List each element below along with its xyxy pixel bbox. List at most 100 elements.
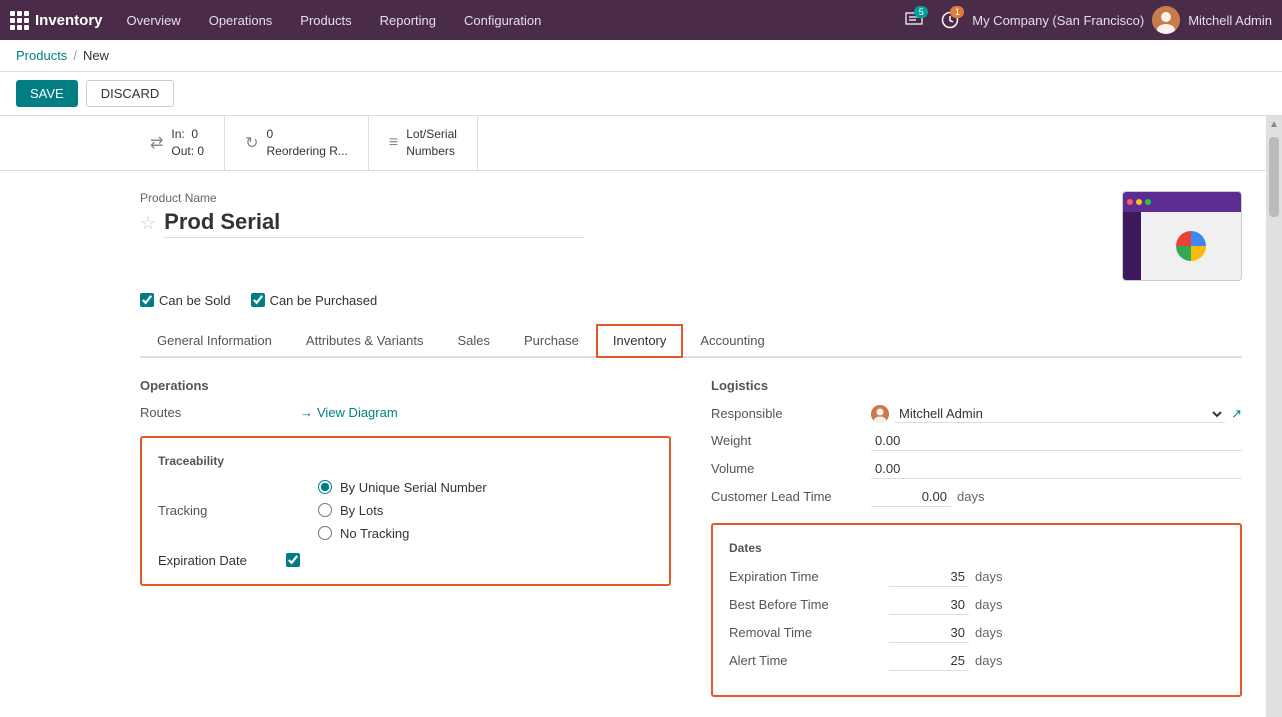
tab-purchase[interactable]: Purchase — [507, 324, 596, 358]
weight-value — [871, 431, 1242, 451]
scroll-up-arrow[interactable]: ▲ — [1266, 116, 1282, 133]
traceability-box: Traceability Tracking By Unique Serial N… — [140, 436, 671, 586]
reordering-button[interactable]: ↻ 0 Reordering R... — [225, 116, 369, 170]
main-columns: Operations Routes → View Diagram — [140, 378, 1242, 697]
smart-buttons-bar: ⇄ In: 0 Out: 0 ↻ 0 Reordering R... ≡ Lot… — [0, 116, 1266, 171]
breadcrumb-products-link[interactable]: Products — [16, 48, 67, 63]
expiration-date-checkbox[interactable] — [286, 553, 300, 567]
product-name-row: ☆ — [140, 209, 584, 238]
form-toolbar: SAVE DISCARD — [0, 72, 1282, 116]
removal-time-input-group: days — [889, 623, 1224, 643]
best-before-input[interactable] — [889, 595, 969, 615]
favorite-icon[interactable]: ☆ — [140, 213, 156, 234]
arrow-right-icon: → — [300, 405, 313, 420]
alert-time-field: Alert Time days — [729, 651, 1224, 671]
topnav-right: 5 1 My Company (San Francisco) Mitchell … — [900, 6, 1272, 34]
inventory-tab-body: Operations Routes → View Diagram — [140, 358, 1242, 697]
reorder-icon: ↻ — [245, 133, 258, 153]
product-flags: Can be Sold Can be Purchased — [140, 293, 1242, 308]
expiration-time-value: days — [889, 567, 1224, 587]
tracking-none-option[interactable]: No Tracking — [318, 526, 653, 541]
right-column: Logistics Responsible Mitchell Admin — [711, 378, 1242, 697]
lead-time-input[interactable] — [871, 487, 951, 507]
main-wrapper: ⇄ In: 0 Out: 0 ↻ 0 Reordering R... ≡ Lot… — [0, 116, 1282, 717]
tracking-serial-label: By Unique Serial Number — [340, 480, 487, 495]
tracking-serial-option[interactable]: By Unique Serial Number — [318, 480, 653, 495]
user-name: Mitchell Admin — [1188, 13, 1272, 28]
responsible-field: Responsible Mitchell Admin ↗ — [711, 405, 1242, 423]
routes-label: Routes — [140, 405, 300, 420]
grid-icon — [10, 11, 29, 30]
activities-badge: 1 — [950, 6, 964, 18]
view-diagram-link[interactable]: → View Diagram — [300, 405, 671, 420]
tab-attributes-variants[interactable]: Attributes & Variants — [289, 324, 441, 358]
weight-input[interactable] — [871, 431, 1242, 451]
lot-serial-button[interactable]: ≡ Lot/SerialNumbers — [369, 116, 478, 170]
activities-button[interactable]: 1 — [936, 6, 964, 34]
nav-configuration[interactable]: Configuration — [450, 0, 555, 40]
reordering-text: 0 Reordering R... — [267, 126, 348, 160]
volume-input[interactable] — [871, 459, 1242, 479]
discard-button[interactable]: DISCARD — [86, 80, 175, 107]
can-be-purchased-field[interactable]: Can be Purchased — [251, 293, 378, 308]
responsible-select[interactable]: Mitchell Admin — [895, 405, 1225, 423]
expiration-time-input[interactable] — [889, 567, 969, 587]
logistics-section-title: Logistics — [711, 378, 1242, 393]
company-name: My Company (San Francisco) — [972, 13, 1144, 28]
expiration-date-field: Expiration Date — [158, 553, 653, 568]
nav-products[interactable]: Products — [286, 0, 365, 40]
nav-reporting[interactable]: Reporting — [366, 0, 450, 40]
scroll-thumb[interactable] — [1269, 137, 1279, 217]
save-button[interactable]: SAVE — [16, 80, 78, 107]
reorder-label: Reordering R... — [267, 143, 348, 160]
volume-field: Volume — [711, 459, 1242, 479]
app-menu-button[interactable]: Inventory — [10, 11, 103, 30]
tracking-serial-radio[interactable] — [318, 480, 332, 494]
tracking-none-radio[interactable] — [318, 526, 332, 540]
tracking-field: Tracking By Unique Serial Number — [158, 480, 653, 541]
can-be-sold-field[interactable]: Can be Sold — [140, 293, 231, 308]
external-link-icon[interactable]: ↗ — [1231, 406, 1242, 422]
lead-time-unit: days — [957, 489, 984, 504]
weight-field: Weight — [711, 431, 1242, 451]
nav-operations[interactable]: Operations — [195, 0, 287, 40]
tracking-radio-group: By Unique Serial Number By Lots — [318, 480, 653, 541]
product-header: Product Name ☆ — [140, 191, 1242, 281]
expiration-time-label: Expiration Time — [729, 569, 889, 584]
tab-inventory[interactable]: Inventory — [596, 324, 683, 358]
operations-section-title: Operations — [140, 378, 671, 393]
product-name-input[interactable] — [164, 209, 584, 238]
breadcrumb: Products / New — [0, 40, 1282, 72]
lot-serial-icon: ≡ — [389, 134, 398, 152]
traceability-title: Traceability — [158, 454, 653, 468]
transfer-icon: ⇄ — [150, 133, 163, 153]
nav-overview[interactable]: Overview — [113, 0, 195, 40]
content-area: ⇄ In: 0 Out: 0 ↻ 0 Reordering R... ≡ Lot… — [0, 116, 1266, 717]
messages-button[interactable]: 5 — [900, 6, 928, 34]
responsible-label: Responsible — [711, 406, 871, 421]
tab-sales[interactable]: Sales — [440, 324, 507, 358]
tab-general-information[interactable]: General Information — [140, 324, 289, 358]
routes-field: Routes → View Diagram — [140, 405, 671, 420]
alert-time-input[interactable] — [889, 651, 969, 671]
stock-button[interactable]: ⇄ In: 0 Out: 0 — [130, 116, 225, 170]
left-column: Operations Routes → View Diagram — [140, 378, 671, 697]
responsible-row: Mitchell Admin ↗ — [871, 405, 1242, 423]
tracking-options: By Unique Serial Number By Lots — [318, 480, 653, 541]
tracking-lots-option[interactable]: By Lots — [318, 503, 653, 518]
removal-time-input[interactable] — [889, 623, 969, 643]
reorder-count: 0 — [267, 126, 348, 143]
vertical-scrollbar[interactable]: ▲ — [1266, 116, 1282, 717]
alert-time-value: days — [889, 651, 1224, 671]
top-navigation: Inventory Overview Operations Products R… — [0, 0, 1282, 40]
best-before-time-field: Best Before Time days — [729, 595, 1224, 615]
can-be-sold-checkbox[interactable] — [140, 293, 154, 307]
expiration-time-field: Expiration Time days — [729, 567, 1224, 587]
product-image[interactable] — [1122, 191, 1242, 281]
tab-accounting[interactable]: Accounting — [683, 324, 781, 358]
tracking-none-label: No Tracking — [340, 526, 409, 541]
user-avatar[interactable] — [1152, 6, 1180, 34]
tracking-lots-radio[interactable] — [318, 503, 332, 517]
can-be-purchased-checkbox[interactable] — [251, 293, 265, 307]
volume-label: Volume — [711, 461, 871, 476]
